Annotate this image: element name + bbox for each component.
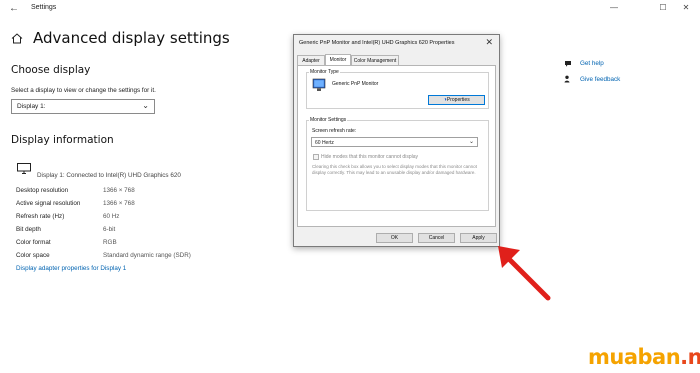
dialog-title: Generic PnP Monitor and Intel(R) UHD Gra… xyxy=(299,40,455,46)
choose-display-instruction: Select a display to view or change the s… xyxy=(11,87,156,94)
close-button[interactable]: ✕ xyxy=(679,2,693,14)
page-title: Advanced display settings xyxy=(33,29,230,47)
choose-display-heading: Choose display xyxy=(11,64,91,76)
tab-color-management[interactable]: Color Management xyxy=(351,55,399,65)
window-titlebar: ← Settings — ☐ ✕ xyxy=(0,0,700,18)
info-label: Active signal resolution xyxy=(16,200,81,207)
display-select[interactable]: Display 1: ⌄ xyxy=(11,99,155,114)
monitor-tab-panel: Monitor Type Generic PnP Monitor ◑Proper… xyxy=(297,65,496,227)
ok-button[interactable]: OK xyxy=(376,233,413,243)
minimize-button[interactable]: — xyxy=(607,2,621,14)
info-value: 1366 × 768 xyxy=(103,200,135,207)
monitor-settings-label: Monitor Settings xyxy=(309,117,348,123)
logo-text: muaban xyxy=(588,345,681,369)
maximize-button[interactable]: ☐ xyxy=(656,2,670,14)
red-arrow-annotation xyxy=(498,246,551,301)
help-icon xyxy=(565,61,571,67)
refresh-rate-label: Screen refresh rate: xyxy=(312,128,357,134)
hide-modes-warning: Clearing this check box allows you to se… xyxy=(312,164,477,175)
cancel-button[interactable]: Cancel xyxy=(418,233,455,243)
info-value: 60 Hz xyxy=(103,213,120,220)
home-icon[interactable] xyxy=(11,33,23,44)
display-info-heading: Display information xyxy=(11,134,114,146)
dialog-close-icon[interactable]: ✕ xyxy=(485,37,493,48)
info-label: Refresh rate (Hz) xyxy=(16,213,65,220)
info-label: Color space xyxy=(16,252,50,259)
monitor-type-label: Monitor Type xyxy=(309,69,340,75)
monitor-device-icon xyxy=(312,78,326,91)
hide-modes-label: Hide modes that this monitor cannot disp… xyxy=(321,154,418,160)
monitor-icon xyxy=(17,163,31,174)
feedback-icon xyxy=(564,75,570,83)
app-title: Settings xyxy=(31,4,57,11)
hide-modes-checkbox[interactable] xyxy=(313,154,319,160)
display-select-value: Display 1: xyxy=(17,103,46,110)
info-label: Color format xyxy=(16,239,51,246)
display-connection: Display 1: Connected to Intel(R) UHD Gra… xyxy=(37,172,181,179)
get-help-link[interactable]: Get help xyxy=(580,60,604,67)
tab-adapter[interactable]: Adapter xyxy=(297,55,325,65)
monitor-properties-button[interactable]: ◑Properties xyxy=(428,95,485,105)
info-value: Standard dynamic range (SDR) xyxy=(103,252,191,259)
give-feedback-link[interactable]: Give feedback xyxy=(580,76,620,83)
info-value: RGB xyxy=(103,239,117,246)
adapter-properties-link[interactable]: Display adapter properties for Display 1 xyxy=(16,265,126,272)
chevron-down-icon: ⌄ xyxy=(142,101,149,110)
back-button[interactable]: ← xyxy=(9,3,19,14)
logo-domain: .net xyxy=(680,345,700,369)
info-value: 1366 × 768 xyxy=(103,187,135,194)
muaban-logo: muaban.net xyxy=(588,345,700,369)
chevron-down-icon: ⌄ xyxy=(468,139,474,145)
monitor-name: Generic PnP Monitor xyxy=(332,81,379,87)
info-value: 6-bit xyxy=(103,226,116,233)
refresh-rate-value: 60 Hertz xyxy=(315,139,334,146)
info-label: Desktop resolution xyxy=(16,187,69,194)
info-label: Bit depth xyxy=(16,226,41,233)
refresh-rate-select[interactable]: 60 Hertz ⌄ xyxy=(311,137,478,147)
tab-monitor[interactable]: Monitor xyxy=(325,54,351,65)
properties-dialog: Generic PnP Monitor and Intel(R) UHD Gra… xyxy=(293,34,500,247)
